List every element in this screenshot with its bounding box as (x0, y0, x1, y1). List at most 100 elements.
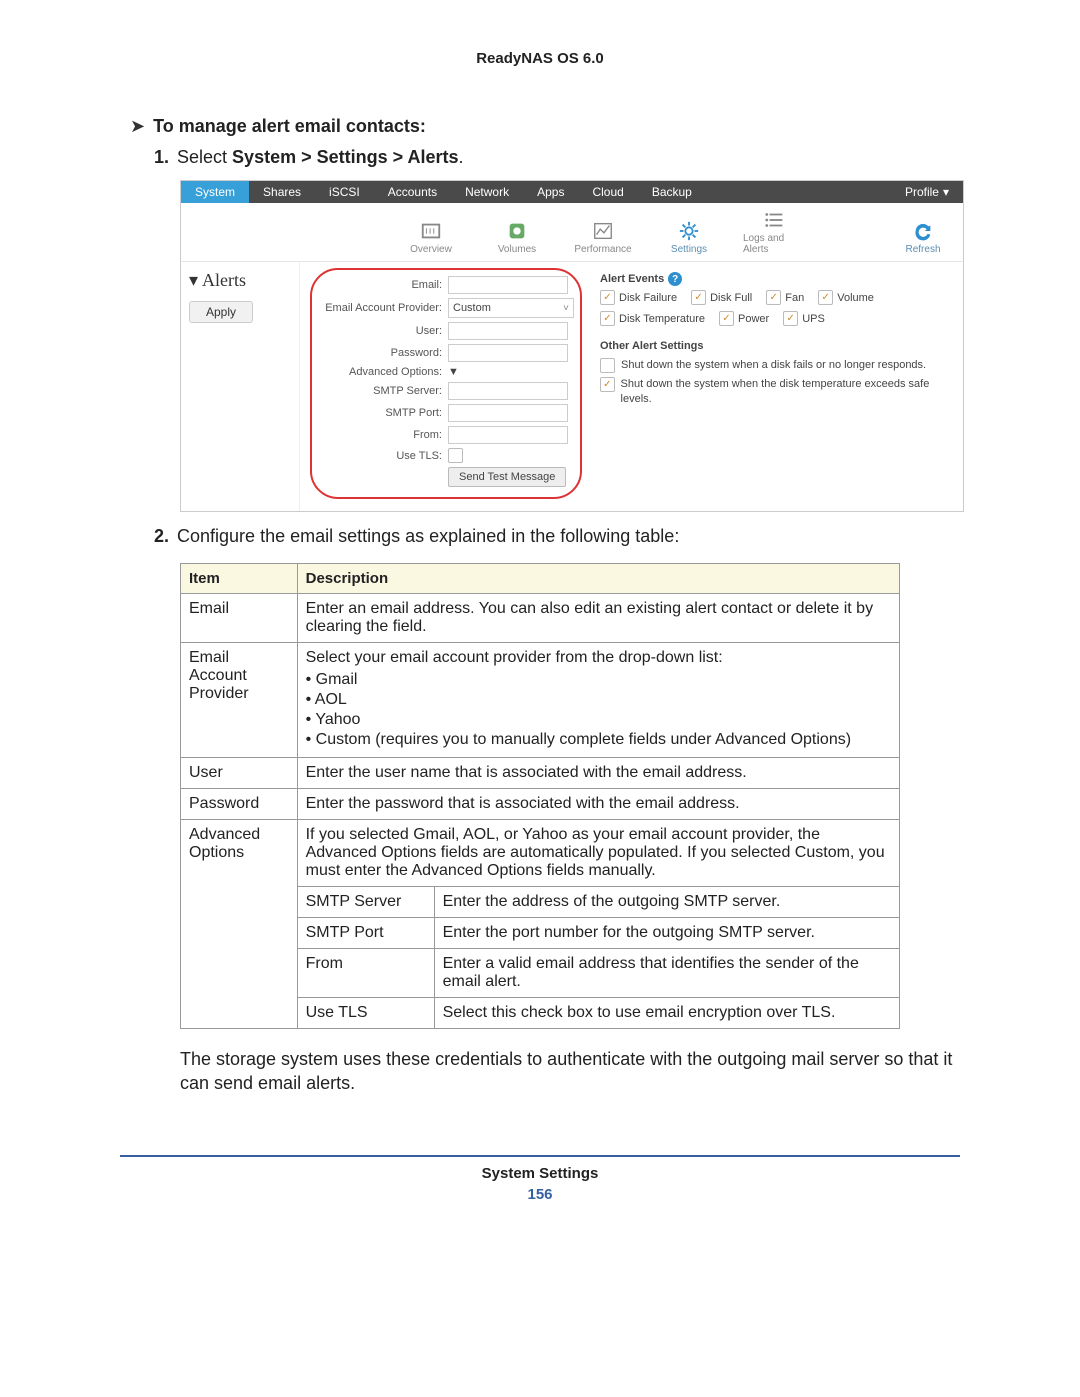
cell-item: Email Account Provider (181, 643, 298, 758)
label-smtp-server: SMTP Server: (318, 385, 448, 397)
checkbox-disk-full[interactable]: ✓ (691, 290, 706, 305)
cell-desc: Select your email account provider from … (297, 643, 899, 758)
checkbox-disk-temp[interactable]: ✓ (600, 311, 615, 326)
body-paragraph: The storage system uses these credential… (180, 1047, 960, 1095)
provider-desc-intro: Select your email account provider from … (306, 649, 723, 666)
sidebar-title-text: Alerts (202, 270, 246, 291)
overview-icon (420, 220, 442, 242)
label-email: Email: (318, 279, 448, 291)
cell-item: Password (181, 789, 298, 820)
cell-desc: Enter the user name that is associated w… (297, 758, 899, 789)
col-desc: Description (297, 564, 899, 594)
subnav-settings[interactable]: Settings (657, 220, 721, 255)
use-tls-checkbox[interactable] (448, 448, 463, 463)
list-icon (764, 209, 786, 231)
subnav-volumes[interactable]: Volumes (485, 220, 549, 255)
subnav-logs-label: Logs and Alerts (743, 233, 807, 255)
sub-desc: Enter the address of the outgoing SMTP s… (434, 887, 899, 918)
checkbox-shutdown-temp[interactable]: ✓ (600, 377, 615, 392)
step-1-path: System > Settings > Alerts (232, 147, 458, 167)
subnav-settings-label: Settings (671, 244, 707, 255)
section-title: To manage alert email contacts: (153, 115, 426, 137)
send-test-button[interactable]: Send Test Message (448, 467, 566, 487)
provider-select[interactable]: Custom ˅ (448, 298, 574, 318)
provider-value: Custom (453, 302, 491, 314)
subnav-performance-label: Performance (574, 244, 631, 255)
smtp-server-field[interactable] (448, 382, 568, 400)
event-volume: Volume (837, 292, 874, 304)
subnav-overview[interactable]: Overview (399, 220, 463, 255)
top-nav: System Shares iSCSI Accounts Network App… (181, 181, 963, 203)
label-from: From: (318, 429, 448, 441)
nav-backup[interactable]: Backup (638, 181, 706, 203)
profile-label: Profile (905, 185, 939, 199)
chevron-down-icon: ▾ (943, 185, 949, 199)
email-field[interactable] (448, 276, 568, 294)
label-advanced: Advanced Options: (318, 366, 448, 378)
subnav-overview-label: Overview (410, 244, 452, 255)
refresh-icon (912, 220, 934, 242)
sidebar-title: ▾ Alerts (189, 270, 291, 291)
label-password: Password: (318, 347, 448, 359)
performance-icon (592, 220, 614, 242)
volumes-icon (506, 220, 528, 242)
step-1-suffix: . (458, 147, 463, 167)
user-field[interactable] (448, 322, 568, 340)
password-field[interactable] (448, 344, 568, 362)
alert-events-title: Alert Events (600, 273, 664, 285)
other-alert-1: Shut down the system when a disk fails o… (621, 358, 926, 373)
provider-opt-aol: AOL (306, 691, 891, 709)
cell-desc: Enter the password that is associated wi… (297, 789, 899, 820)
label-use-tls: Use TLS: (318, 450, 448, 462)
sub-desc: Select this check box to use email encry… (434, 998, 899, 1029)
sub-nav: Overview Volumes Performance Settings Lo… (181, 203, 963, 262)
subnav-logs[interactable]: Logs and Alerts (743, 209, 807, 255)
checkbox-fan[interactable]: ✓ (766, 290, 781, 305)
cell-item: Advanced Options (181, 820, 298, 1029)
nav-profile[interactable]: Profile ▾ (891, 181, 963, 203)
event-ups: UPS (802, 313, 825, 325)
doc-header: ReadyNAS OS 6.0 (120, 50, 960, 67)
footer-divider (120, 1155, 960, 1157)
label-smtp-port: SMTP Port: (318, 407, 448, 419)
checkbox-disk-failure[interactable]: ✓ (600, 290, 615, 305)
sub-item: Use TLS (297, 998, 434, 1029)
nav-iscsi[interactable]: iSCSI (315, 181, 374, 203)
advanced-toggle-icon[interactable]: ▼ (448, 366, 459, 378)
checkbox-shutdown-disk-fail[interactable] (600, 358, 615, 373)
nav-network[interactable]: Network (451, 181, 523, 203)
subnav-performance[interactable]: Performance (571, 220, 635, 255)
step-1-text: Select System > Settings > Alerts. (177, 147, 463, 168)
provider-opt-yahoo: Yahoo (306, 711, 891, 729)
nav-system[interactable]: System (181, 181, 249, 203)
subnav-refresh[interactable]: Refresh (891, 220, 955, 255)
from-field[interactable] (448, 426, 568, 444)
sub-item: SMTP Server (297, 887, 434, 918)
smtp-port-field[interactable] (448, 404, 568, 422)
checkbox-ups[interactable]: ✓ (783, 311, 798, 326)
event-disk-failure: Disk Failure (619, 292, 677, 304)
step-1-prefix: Select (177, 147, 232, 167)
nav-cloud[interactable]: Cloud (578, 181, 637, 203)
sub-desc: Enter the port number for the outgoing S… (434, 918, 899, 949)
footer-page: 156 (120, 1186, 960, 1203)
label-provider: Email Account Provider: (318, 302, 448, 314)
help-icon[interactable]: ? (668, 272, 682, 286)
cell-desc: Enter an email address. You can also edi… (297, 594, 899, 643)
cell-item: User (181, 758, 298, 789)
apply-button[interactable]: Apply (189, 301, 253, 323)
checkbox-power[interactable]: ✓ (719, 311, 734, 326)
provider-opt-custom: Custom (requires you to manually complet… (306, 731, 891, 749)
nav-accounts[interactable]: Accounts (374, 181, 451, 203)
nav-shares[interactable]: Shares (249, 181, 315, 203)
checkbox-volume[interactable]: ✓ (818, 290, 833, 305)
event-disk-temp: Disk Temperature (619, 313, 705, 325)
settings-screenshot: System Shares iSCSI Accounts Network App… (180, 180, 964, 512)
arrow-icon: ➤ (130, 115, 145, 137)
sub-item: SMTP Port (297, 918, 434, 949)
provider-opt-gmail: Gmail (306, 671, 891, 689)
nav-apps[interactable]: Apps (523, 181, 578, 203)
chevron-down-icon: ˅ (563, 303, 573, 314)
other-alert-2: Shut down the system when the disk tempe… (621, 377, 951, 407)
gear-icon (678, 220, 700, 242)
